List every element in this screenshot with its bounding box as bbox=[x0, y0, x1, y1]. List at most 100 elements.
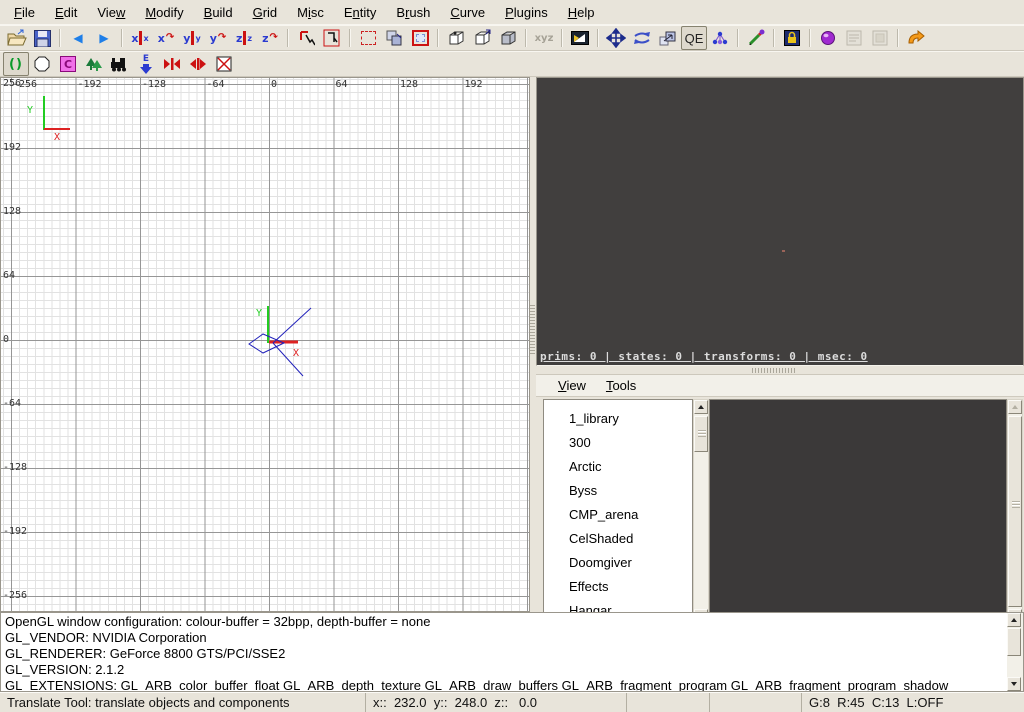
menu-help[interactable]: Help bbox=[558, 1, 605, 24]
ruler-y-label: 0 bbox=[3, 334, 9, 345]
folder-item[interactable]: Effects bbox=[544, 575, 692, 599]
light-entity-button[interactable] bbox=[815, 26, 841, 50]
rotate-y-button[interactable]: y↷ bbox=[205, 26, 231, 50]
ruler-y-label: -128 bbox=[3, 462, 27, 473]
camera-3d-view[interactable]: prims: 0 | states: 0 | transforms: 0 | m… bbox=[536, 77, 1024, 366]
scale-tool-button[interactable] bbox=[655, 26, 681, 50]
toggle-camera-rotate-button[interactable]: () bbox=[3, 52, 29, 76]
toolbar-separator bbox=[437, 29, 439, 47]
right-panel: prims: 0 | states: 0 | transforms: 0 | m… bbox=[536, 77, 1024, 612]
menu-file[interactable]: File bbox=[4, 1, 45, 24]
foliage-tool-button[interactable] bbox=[81, 52, 107, 76]
workspace: Y X Y X -256-192-128-6406412819225625619… bbox=[0, 77, 1024, 612]
scrollbar-thumb[interactable] bbox=[1007, 628, 1021, 656]
texture-preview-panel[interactable] bbox=[709, 399, 1007, 624]
caulk-brush-button[interactable]: C bbox=[55, 52, 81, 76]
console-line: GL_VENDOR: NVIDIA Corporation bbox=[5, 630, 1003, 646]
toolbar-separator bbox=[349, 29, 351, 47]
select-touching-button[interactable] bbox=[407, 26, 433, 50]
toolbar-separator bbox=[897, 29, 899, 47]
clipper-xyz-button[interactable]: xyz bbox=[531, 26, 557, 50]
menu-build[interactable]: Build bbox=[194, 1, 243, 24]
nodraw-toggle-button[interactable] bbox=[211, 52, 237, 76]
qe-tool-button[interactable]: QE bbox=[681, 26, 707, 50]
menu-view[interactable]: View bbox=[548, 374, 596, 397]
scrollbar-thumb[interactable] bbox=[1008, 416, 1022, 607]
select-edit-cursor-button[interactable] bbox=[293, 26, 319, 50]
flip-y-button[interactable]: yy bbox=[179, 26, 205, 50]
open-file-button[interactable] bbox=[3, 26, 29, 50]
menu-grid[interactable]: Grid bbox=[243, 1, 288, 24]
csg-merge-button[interactable] bbox=[469, 26, 495, 50]
folder-item[interactable]: 1_library bbox=[544, 407, 692, 431]
menu-curve[interactable]: Curve bbox=[440, 1, 495, 24]
folder-list-scrollbar[interactable] bbox=[693, 399, 709, 624]
edit-script-button[interactable] bbox=[841, 26, 867, 50]
rotate-z-button[interactable]: z↷ bbox=[257, 26, 283, 50]
ruler-y-label: -192 bbox=[3, 526, 27, 537]
texture-folder-list[interactable]: 1_library300ArcticByssCMP_arenaCelShaded… bbox=[543, 399, 693, 624]
train-path-button[interactable] bbox=[107, 52, 133, 76]
menu-modify[interactable]: Modify bbox=[135, 1, 193, 24]
select-edit-box-button[interactable] bbox=[319, 26, 345, 50]
menu-view[interactable]: View bbox=[87, 1, 135, 24]
menu-entity[interactable]: Entity bbox=[334, 1, 387, 24]
ruler-y-label: 64 bbox=[3, 270, 15, 281]
scrollbar-thumb[interactable] bbox=[694, 416, 708, 452]
folder-item[interactable]: Arctic bbox=[544, 455, 692, 479]
next-spot-button[interactable] bbox=[185, 52, 211, 76]
ruler-y-label: 192 bbox=[3, 142, 21, 153]
vertex-edit-button[interactable] bbox=[707, 26, 733, 50]
select-duplicate-button[interactable] bbox=[381, 26, 407, 50]
folder-item[interactable]: CMP_arena bbox=[544, 503, 692, 527]
menu-misc[interactable]: Misc bbox=[287, 1, 334, 24]
scroll-up-button[interactable] bbox=[694, 400, 708, 414]
polygon-tool-button[interactable] bbox=[29, 52, 55, 76]
texture-lock-button[interactable] bbox=[779, 26, 805, 50]
translate-tool-button[interactable] bbox=[603, 26, 629, 50]
rotate-tool-button[interactable] bbox=[629, 26, 655, 50]
texture-preview-scrollbar[interactable] bbox=[1007, 399, 1023, 624]
toolbar-separator bbox=[561, 29, 563, 47]
scroll-up-button[interactable] bbox=[1007, 613, 1021, 627]
media-browser-menu-bar: ViewTools bbox=[536, 375, 1024, 397]
folder-item[interactable]: Doomgiver bbox=[544, 551, 692, 575]
csg-hollow-button[interactable] bbox=[495, 26, 521, 50]
preview-box-button[interactable] bbox=[867, 26, 893, 50]
redo-button[interactable]: ▶ bbox=[91, 26, 117, 50]
folder-item[interactable]: 300 bbox=[544, 431, 692, 455]
menu-tools[interactable]: Tools bbox=[596, 374, 646, 397]
undo-button[interactable]: ◀ bbox=[65, 26, 91, 50]
scroll-up-button[interactable] bbox=[1008, 400, 1022, 414]
horizontal-splitter[interactable] bbox=[536, 366, 1024, 374]
change-views-button[interactable] bbox=[567, 26, 593, 50]
scroll-down-button[interactable] bbox=[1007, 677, 1021, 691]
console-scrollbar[interactable] bbox=[1007, 613, 1023, 691]
ruler-y-label: -256 bbox=[3, 590, 27, 601]
grid-2d-view[interactable]: Y X Y X -256-192-128-6406412819225625619… bbox=[0, 77, 530, 612]
ruler-x-label: 0 bbox=[271, 79, 277, 90]
drop-entity-button[interactable]: E bbox=[133, 52, 159, 76]
secondary-toolbar: () C E bbox=[0, 51, 1024, 77]
media-browser-content: 1_library300ArcticByssCMP_arenaCelShaded… bbox=[536, 397, 1024, 628]
refresh-models-button[interactable] bbox=[903, 26, 929, 50]
splitter-grip bbox=[752, 368, 796, 373]
toolbar-separator bbox=[597, 29, 599, 47]
save-file-button[interactable] bbox=[29, 26, 55, 50]
splitter-grip bbox=[530, 305, 535, 355]
menu-brush[interactable]: Brush bbox=[386, 1, 440, 24]
flip-x-button[interactable]: xx bbox=[127, 26, 153, 50]
console-panel: OpenGL window configuration: colour-buff… bbox=[0, 612, 1024, 692]
select-area-button[interactable] bbox=[355, 26, 381, 50]
texture-paint-button[interactable] bbox=[743, 26, 769, 50]
ruler-y-label: 256 bbox=[3, 78, 21, 89]
prev-spot-button[interactable] bbox=[159, 52, 185, 76]
rotate-x-button[interactable]: x↷ bbox=[153, 26, 179, 50]
flip-z-button[interactable]: zz bbox=[231, 26, 257, 50]
toolbar-separator bbox=[773, 29, 775, 47]
menu-plugins[interactable]: Plugins bbox=[495, 1, 558, 24]
folder-item[interactable]: CelShaded bbox=[544, 527, 692, 551]
folder-item[interactable]: Byss bbox=[544, 479, 692, 503]
menu-edit[interactable]: Edit bbox=[45, 1, 87, 24]
csg-subtract-button[interactable] bbox=[443, 26, 469, 50]
